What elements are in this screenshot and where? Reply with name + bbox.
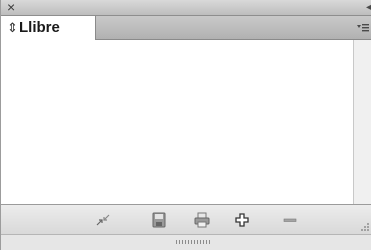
close-icon[interactable]: × [7, 0, 15, 15]
tab-label: Llibre [19, 19, 60, 36]
panel-tabbar: ⇕ Llibre [1, 16, 371, 40]
panel-footer [1, 234, 371, 250]
remove-document-icon [283, 218, 297, 222]
print-book-icon [194, 212, 210, 228]
tab-llibre[interactable]: ⇕ Llibre [1, 16, 96, 40]
save-book-button[interactable] [150, 211, 168, 229]
book-panel: × ◂◂ ⇕ Llibre [0, 0, 371, 250]
drag-handle[interactable] [176, 240, 210, 244]
panel-titlebar[interactable]: × ◂◂ [1, 0, 371, 16]
book-document-list[interactable] [1, 40, 353, 204]
add-document-icon [235, 213, 249, 227]
collapse-icon[interactable]: ◂◂ [366, 0, 371, 15]
synchronize-button[interactable] [94, 211, 112, 229]
add-document-button[interactable] [233, 211, 251, 229]
print-book-button[interactable] [193, 211, 211, 229]
panel-menu-icon[interactable] [356, 20, 370, 34]
panel-bottom-toolbar [1, 204, 371, 234]
save-book-icon [152, 212, 166, 228]
resize-grip-icon[interactable] [360, 222, 370, 232]
tab-arrows-icon: ⇕ [7, 20, 18, 35]
remove-document-button[interactable] [281, 211, 299, 229]
vertical-scrollbar[interactable] [353, 40, 371, 204]
synchronize-icon [96, 214, 110, 226]
